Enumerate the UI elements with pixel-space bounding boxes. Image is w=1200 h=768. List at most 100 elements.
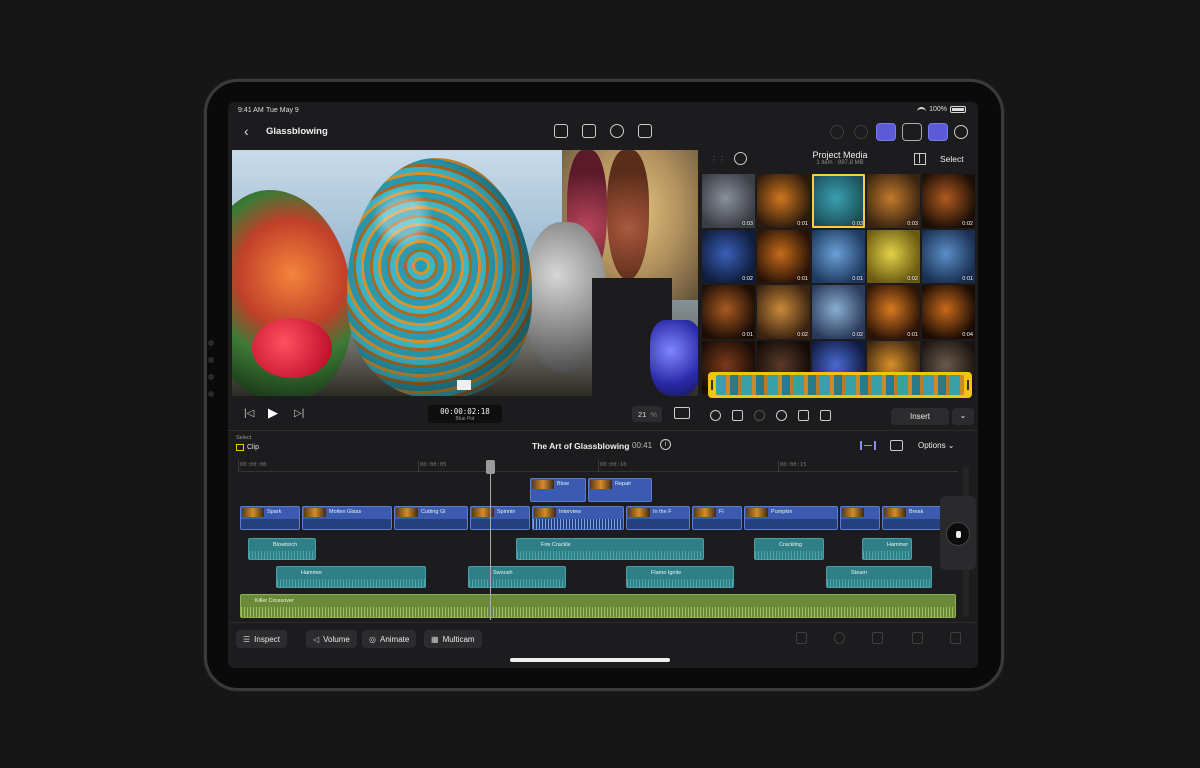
primary-clip[interactable]: Cutting Gl: [394, 506, 468, 530]
keyword-icon[interactable]: [776, 410, 787, 421]
primary-clip[interactable]: Spinnin: [470, 506, 530, 530]
import-icon[interactable]: [554, 124, 568, 138]
video-viewer[interactable]: [232, 150, 698, 396]
media-thumbnail[interactable]: 0:03: [867, 174, 920, 228]
timecode-display[interactable]: 00:00:02:18 Blue Pot: [428, 405, 502, 423]
photos-browser-icon[interactable]: [876, 123, 896, 141]
media-thumbnail[interactable]: 0:01: [867, 285, 920, 339]
primary-clip[interactable]: [840, 506, 880, 530]
clip-label: Spinnin: [497, 509, 516, 515]
playhead[interactable]: [486, 460, 495, 620]
media-thumbnail[interactable]: 0:03: [812, 174, 865, 228]
audio-clip[interactable]: Swoosh: [468, 566, 566, 588]
inspect-button[interactable]: ☰ Inspect: [236, 630, 287, 648]
thumbnail-duration: 0:04: [962, 331, 973, 338]
split-left-icon[interactable]: [872, 632, 883, 644]
primary-clip[interactable]: Pumpkin: [744, 506, 838, 530]
jog-wheel-panel[interactable]: [940, 496, 976, 570]
favorite-icon[interactable]: [710, 410, 721, 421]
clip-mode-selector[interactable]: Clip: [236, 444, 259, 451]
insert-button[interactable]: Insert: [891, 408, 949, 425]
split-right-icon[interactable]: [950, 632, 961, 644]
audio-clip[interactable]: Crackling: [754, 538, 824, 560]
multicam-button[interactable]: ▦ Multicam: [424, 630, 482, 648]
timeline-view-icon[interactable]: [890, 440, 903, 451]
skip-forward-icon[interactable]: ▷|: [294, 408, 304, 419]
audio-clip[interactable]: Blowtorch: [248, 538, 316, 560]
undo-icon[interactable]: [830, 125, 844, 139]
timeline[interactable]: 00:00:00 00:00:05 00:00:10 00:00:15 Blow…: [238, 460, 958, 622]
mark-in-icon[interactable]: [798, 410, 809, 421]
more-icon[interactable]: [954, 125, 968, 139]
filmstrip-end-handle[interactable]: [967, 380, 969, 390]
clip-label: Fire Crackle: [541, 542, 571, 548]
effects-browser-icon[interactable]: [928, 123, 948, 141]
animate-label: Animate: [379, 634, 410, 644]
chevron-down-icon[interactable]: ⌄: [952, 408, 974, 425]
connected-clip[interactable]: Repair: [588, 478, 652, 502]
share-icon[interactable]: [638, 124, 652, 138]
media-thumbnail[interactable]: 0:01: [757, 229, 810, 283]
media-thumbnail[interactable]: 0:01: [757, 174, 810, 228]
primary-clip[interactable]: Molten Glass: [302, 506, 392, 530]
play-icon[interactable]: ▶: [268, 405, 278, 421]
camera-icon[interactable]: [582, 124, 596, 138]
audio-clip[interactable]: Hammer: [862, 538, 912, 560]
viewer-options-icon[interactable]: [674, 407, 690, 419]
music-clip[interactable]: Killer Crossover: [240, 594, 956, 618]
connected-clip[interactable]: Blow: [530, 478, 586, 502]
viewer-zoom[interactable]: 21%: [632, 406, 662, 422]
media-thumbnail[interactable]: 0:02: [867, 229, 920, 283]
titles-browser-icon[interactable]: [902, 123, 922, 141]
split-icon[interactable]: [912, 632, 923, 644]
primary-clip[interactable]: Fi: [692, 506, 742, 530]
project-title: Glassblowing: [266, 126, 328, 137]
thumbnail-duration: 0:01: [742, 331, 753, 338]
media-thumbnail[interactable]: 0:02: [812, 285, 865, 339]
inspect-label: Inspect: [254, 634, 280, 644]
thumbnail-duration: 0:01: [962, 276, 973, 282]
primary-clip[interactable]: Break: [882, 506, 942, 530]
audio-clip[interactable]: Flame Ignite: [626, 566, 734, 588]
info-icon[interactable]: i: [660, 439, 671, 450]
viewer-tag: [457, 380, 471, 390]
primary-clip[interactable]: Spark: [240, 506, 300, 530]
multicam-icon: ▦: [431, 634, 439, 644]
jog-wheel[interactable]: [946, 522, 970, 546]
media-thumbnail[interactable]: 0:01: [922, 229, 975, 283]
audio-clip[interactable]: Hammer: [276, 566, 426, 588]
grid-view-icon[interactable]: [914, 153, 926, 165]
audio-clip[interactable]: Steam: [826, 566, 932, 588]
filmstrip-start-handle[interactable]: [711, 380, 713, 390]
select-button[interactable]: Select: [940, 154, 964, 164]
primary-clip[interactable]: In the F: [626, 506, 690, 530]
media-thumbnail[interactable]: 0:01: [812, 229, 865, 283]
trash-icon[interactable]: [796, 632, 807, 644]
redo-icon[interactable]: [854, 125, 868, 139]
ruler-tick: 00:00:10: [600, 462, 627, 468]
options-button[interactable]: Options ⌄: [918, 441, 955, 450]
mark-out-icon[interactable]: [820, 410, 831, 421]
selected-clip-filmstrip[interactable]: [708, 372, 972, 398]
timeline-ruler[interactable]: 00:00:00 00:00:05 00:00:10 00:00:15: [238, 460, 958, 472]
skip-back-icon[interactable]: |◁: [244, 408, 254, 419]
draw-icon[interactable]: [610, 124, 624, 138]
media-thumbnail[interactable]: 0:02: [702, 229, 755, 283]
clip-label: Fi: [719, 509, 724, 515]
analyze-icon[interactable]: [754, 410, 765, 421]
thumbnail-duration: 0:01: [907, 331, 918, 338]
media-thumbnail[interactable]: 0:04: [922, 285, 975, 339]
skimming-icon[interactable]: [860, 441, 876, 450]
primary-clip[interactable]: Interview: [532, 506, 624, 530]
media-thumbnail[interactable]: 0:02: [757, 285, 810, 339]
chevron-left-icon[interactable]: ‹: [244, 123, 249, 139]
animate-button[interactable]: ◎ Animate: [362, 630, 417, 648]
volume-button[interactable]: ◁ Volume: [306, 630, 357, 648]
checkmark-icon[interactable]: [834, 632, 845, 644]
media-thumbnail[interactable]: 0:03: [702, 174, 755, 228]
media-thumbnail[interactable]: 0:01: [702, 285, 755, 339]
media-thumbnail[interactable]: 0:02: [922, 174, 975, 228]
audio-clip[interactable]: Fire Crackle: [516, 538, 704, 560]
clip-label: Steam: [851, 570, 867, 576]
reject-icon[interactable]: [732, 410, 743, 421]
